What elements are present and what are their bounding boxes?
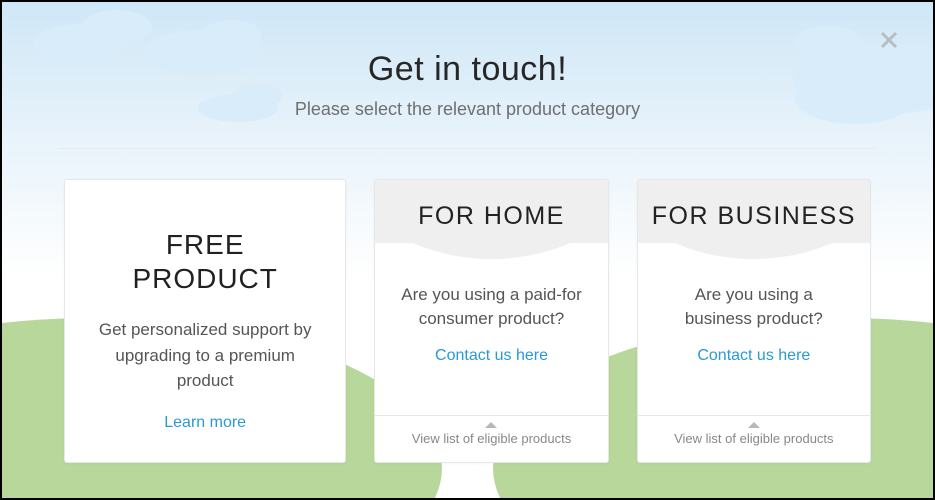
- cards-row: FREE PRODUCT Get personalized support by…: [2, 149, 933, 463]
- card-header-arc: [638, 243, 870, 259]
- page-subtitle: Please select the relevant product categ…: [2, 99, 933, 120]
- main-content: Get in touch! Please select the relevant…: [2, 2, 933, 498]
- close-icon: [880, 31, 898, 49]
- eligible-products-label: View list of eligible products: [412, 431, 571, 446]
- card-description: Are you using a paid-for consumer produc…: [399, 283, 583, 331]
- contact-us-link[interactable]: Contact us here: [435, 347, 548, 365]
- card-header: FOR BUSINESS: [638, 180, 870, 243]
- close-button[interactable]: [875, 26, 903, 54]
- contact-us-link[interactable]: Contact us here: [697, 347, 810, 365]
- card-body: Are you using a business product? Contac…: [638, 259, 870, 415]
- card-for-home: FOR HOME Are you using a paid-for consum…: [374, 179, 608, 463]
- card-description: Are you using a business product?: [662, 283, 846, 331]
- chevron-up-icon: [485, 422, 497, 428]
- eligible-products-toggle[interactable]: View list of eligible products: [375, 415, 607, 462]
- card-title: FREE PRODUCT: [89, 228, 321, 295]
- eligible-products-label: View list of eligible products: [674, 431, 833, 446]
- eligible-products-toggle[interactable]: View list of eligible products: [638, 415, 870, 462]
- page-title: Get in touch!: [2, 50, 933, 89]
- card-for-business: FOR BUSINESS Are you using a business pr…: [637, 179, 871, 463]
- learn-more-link[interactable]: Learn more: [89, 414, 321, 432]
- card-description: Get personalized support by upgrading to…: [89, 317, 321, 394]
- card-header-arc: [375, 243, 607, 259]
- card-header: FOR HOME: [375, 180, 607, 243]
- card-free-product: FREE PRODUCT Get personalized support by…: [64, 179, 346, 463]
- chevron-up-icon: [748, 422, 760, 428]
- card-title: FOR HOME: [385, 202, 597, 231]
- card-title: FOR BUSINESS: [648, 202, 860, 231]
- card-body: Are you using a paid-for consumer produc…: [375, 259, 607, 415]
